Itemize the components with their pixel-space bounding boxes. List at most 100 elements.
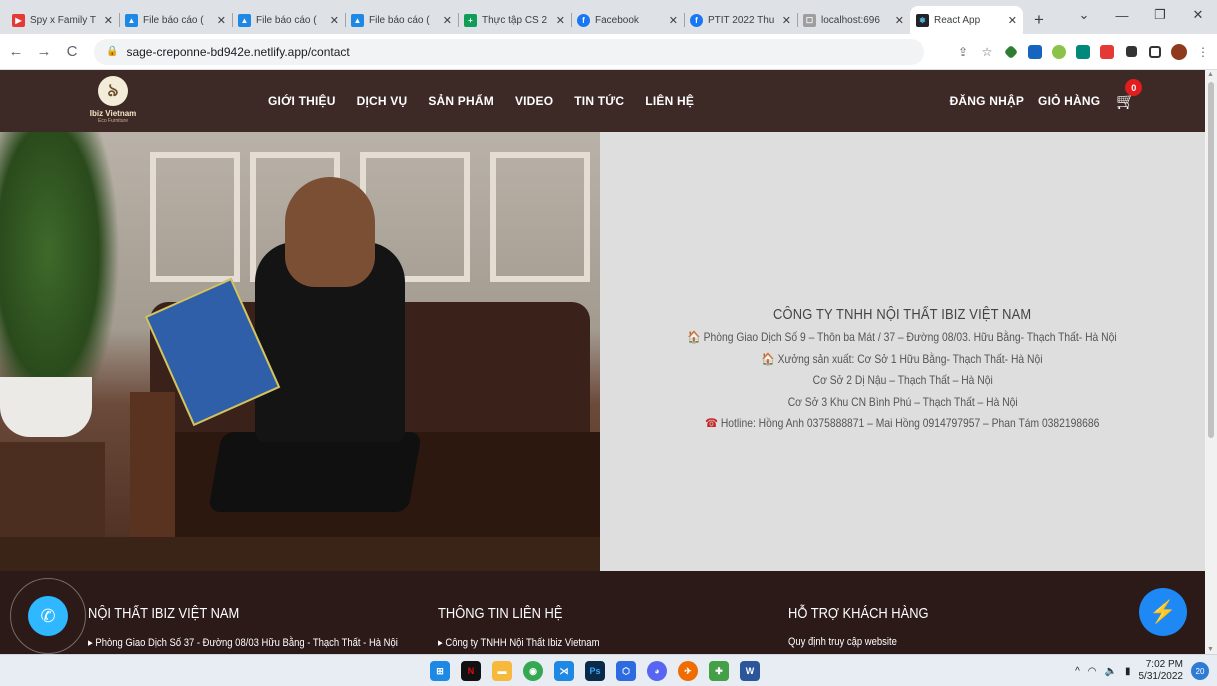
volume-icon[interactable]: 🔈 [1105,666,1117,677]
close-icon[interactable]: ✕ [895,14,904,27]
tab-search-icon[interactable]: ⌄ [1065,7,1103,23]
back-button[interactable]: ← [4,43,28,60]
taskbar-apps: ⊞ N ▬ ◉ ⋊ Ps ⬡ ◕ ✈ ✚ W [430,655,760,686]
extension-icon[interactable] [1074,43,1092,61]
tab-title: Spy x Family T [30,14,96,26]
site-logo[interactable]: ৯ Ibiz Vietnam Eco Furniture [78,76,148,124]
tab-react-app[interactable]: ⚛ React App ✕ [910,6,1023,34]
scroll-down-arrow-icon[interactable]: ▼ [1207,646,1214,653]
side-panel-icon[interactable] [1146,43,1164,61]
page-scrollbar[interactable]: ▲ ▼ [1205,70,1217,654]
footer-col-about: NỘI THẤT IBIZ VIỆT NAM ▸ Phòng Giao Dịch… [88,571,448,649]
extensions-puzzle-icon[interactable] [1122,43,1140,61]
system-tray: ^ ◠ 🔈 ▮ 7:02 PM 5/31/2022 20 [1075,655,1209,686]
tab-title: Thực tập CS 2 [482,14,548,26]
footer-link[interactable]: ▸ Công ty TNHH Nội Thất Ibiz Vietnam [438,636,599,649]
company-name: CÔNG TY TNHH NỘI THẤT IBIZ VIỆT NAM [773,306,1032,324]
nav-video[interactable]: VIDEO [515,94,553,108]
logo-mark-icon: ৯ [98,76,128,106]
call-button[interactable]: ✆ [10,578,86,654]
tab-file-bao-cao-3[interactable]: ▲ File báo cáo ( ✕ [345,6,458,34]
profile-avatar-icon[interactable] [1170,43,1188,61]
wifi-icon[interactable]: ◠ [1088,666,1097,677]
close-icon[interactable]: ✕ [556,14,565,27]
minimize-button[interactable]: — [1103,8,1141,23]
cart-link[interactable]: GIỎ HÀNG [1038,94,1100,108]
messenger-icon: ⚡ [1149,599,1177,624]
contact-hero: CÔNG TY TNHH NỘI THẤT IBIZ VIỆT NAM 🏠 Ph… [0,132,1205,571]
footer-link[interactable]: ▸ Phòng Giao Dịch Số 37 - Đường 08/03 Hữ… [88,636,398,649]
extension-icon[interactable] [1026,43,1044,61]
address-bar[interactable]: 🔒 sage-creponne-bd942e.netlify.app/conta… [94,38,924,65]
tab-facebook[interactable]: f Facebook ✕ [571,6,684,34]
hotline-text: Hotline: Hồng Anh 0375888871 – Mai Hồng … [721,416,1100,431]
scroll-up-arrow-icon[interactable]: ▲ [1207,71,1214,78]
vscode-icon[interactable]: ⋊ [554,661,574,681]
extension-icon[interactable] [1098,43,1116,61]
tab-ptit[interactable]: f PTIT 2022 Thu ✕ [684,6,797,34]
tab-file-bao-cao-2[interactable]: ▲ File báo cáo ( ✕ [232,6,345,34]
netflix-icon[interactable]: N [461,661,481,681]
close-icon[interactable]: ✕ [669,14,678,27]
reload-button[interactable]: C [60,43,84,60]
forward-button[interactable]: → [32,43,56,60]
tab-thuc-tap[interactable]: + Thực tập CS 2 ✕ [458,6,571,34]
close-icon[interactable]: ✕ [217,14,226,27]
share-icon[interactable]: ⇪ [954,43,972,61]
home-icon: 🏠 [688,330,701,345]
facebook-icon: f [577,13,590,27]
nav-san-pham[interactable]: SẢN PHẨM [428,94,494,108]
tray-chevron-icon[interactable]: ^ [1075,666,1080,677]
showroom-photo [0,132,600,571]
menu-icon[interactable]: ⋮ [1194,43,1212,61]
nav-gioi-thieu[interactable]: GIỚI THIỆU [268,94,336,108]
battery-icon[interactable]: ▮ [1125,666,1131,677]
windows-start-icon[interactable]: ⊞ [430,661,450,681]
browser-tabstrip: ▶ Spy x Family T ✕ ▲ File báo cáo ( ✕ ▲ … [0,0,1217,34]
nav-lien-he[interactable]: LIÊN HỆ [645,94,694,108]
nav-dich-vu[interactable]: DỊCH VỤ [357,94,408,108]
main-nav: GIỚI THIỆU DỊCH VỤ SẢN PHẨM VIDEO TIN TỨ… [268,70,694,132]
clock[interactable]: 7:02 PM 5/31/2022 [1139,659,1184,683]
notification-badge[interactable]: 20 [1191,662,1209,680]
messenger-button[interactable]: ⚡ [1139,588,1187,636]
tab-localhost[interactable]: ☐ localhost:696 ✕ [797,6,910,34]
file-explorer-icon[interactable]: ▬ [492,661,512,681]
lock-icon[interactable]: 🔒 [106,46,118,57]
close-icon[interactable]: ✕ [443,14,452,27]
chrome-icon[interactable]: ◉ [523,661,543,681]
url-text[interactable]: sage-creponne-bd942e.netlify.app/contact [126,45,349,59]
close-window-button[interactable]: ✕ [1179,7,1217,23]
footer-link[interactable]: Quy định truy cập website [788,636,929,648]
tab-title: File báo cáo ( [369,14,430,26]
new-tab-button[interactable]: + [1025,6,1053,34]
extension-icon[interactable] [1050,43,1068,61]
app-hex-icon[interactable]: ⬡ [616,661,636,681]
tab-title: localhost:696 [821,14,880,26]
cart-icon[interactable]: 🛒 0 [1116,79,1143,110]
footer-col-contact: THÔNG TIN LIÊN HỆ ▸ Công ty TNHH Nội Thấ… [438,571,626,649]
word-icon[interactable]: W [740,661,760,681]
app-green-icon[interactable]: ✚ [709,661,729,681]
page-viewport: ৯ Ibiz Vietnam Eco Furniture GIỚI THIỆU … [0,70,1205,654]
scroll-thumb[interactable] [1208,82,1214,438]
tab-file-bao-cao-1[interactable]: ▲ File báo cáo ( ✕ [119,6,232,34]
login-link[interactable]: ĐĂNG NHẬP [950,94,1024,108]
footer-heading: HỖ TRỢ KHÁCH HÀNG [788,605,929,622]
close-icon[interactable]: ✕ [104,14,113,27]
bookmark-star-icon[interactable]: ☆ [978,43,996,61]
close-icon[interactable]: ✕ [330,14,339,27]
footer-heading: THÔNG TIN LIÊN HỆ [438,605,563,622]
close-icon[interactable]: ✕ [1008,14,1017,27]
tab-title: Facebook [595,14,639,26]
photoshop-icon[interactable]: Ps [585,661,605,681]
extension-icon[interactable] [1002,43,1020,61]
discord-icon[interactable]: ◕ [647,661,667,681]
tab-spy-x-family[interactable]: ▶ Spy x Family T ✕ [6,6,119,34]
restore-button[interactable]: ❐ [1141,7,1179,23]
nav-tin-tuc[interactable]: TIN TỨC [574,94,624,108]
workshop-address-text: Xưởng sản xuất: Cơ Sở 1 Hữu Bằng- Thạch … [777,351,1043,366]
close-icon[interactable]: ✕ [782,14,791,27]
sheets-icon: + [464,13,477,27]
postman-icon[interactable]: ✈ [678,661,698,681]
